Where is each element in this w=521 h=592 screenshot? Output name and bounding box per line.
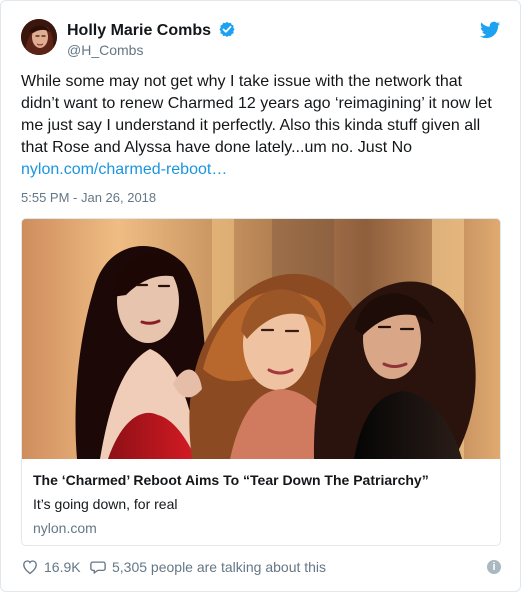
card-image[interactable] xyxy=(22,219,500,459)
card-title[interactable]: The ‘Charmed’ Reboot Aims To “Tear Down … xyxy=(33,471,429,489)
tweet-timestamp[interactable]: 5:55 PM - Jan 26, 2018 xyxy=(21,190,156,205)
card-description: It’s going down, for real xyxy=(33,496,178,512)
author-handle[interactable]: @H_Combs xyxy=(67,41,143,59)
tweet-text: While some may not get why I take issue … xyxy=(21,73,492,156)
profile-photo-icon xyxy=(21,19,57,55)
author-display-name[interactable]: Holly Marie Combs xyxy=(67,21,236,40)
three-women-photo-image xyxy=(22,219,500,459)
tweet-engagement-bar: 16.9K 5,305 people are talking about thi… xyxy=(21,557,501,579)
tweet-link[interactable]: nylon.com/charmed-reboot… xyxy=(21,161,227,178)
link-preview-card[interactable]: The ‘Charmed’ Reboot Aims To “Tear Down … xyxy=(21,218,501,546)
heart-outline-icon xyxy=(23,560,37,575)
card-domain[interactable]: nylon.com xyxy=(33,519,97,537)
tweet-header: Holly Marie Combs @H_Combs xyxy=(21,19,501,63)
conversation-text: 5,305 people are talking about this xyxy=(112,559,327,575)
info-icon[interactable]: i xyxy=(487,560,501,574)
like-count: 16.9K xyxy=(44,559,81,575)
speech-bubble-icon xyxy=(90,561,106,574)
author-name-text: Holly Marie Combs xyxy=(67,22,212,39)
like-count-button[interactable]: 16.9K xyxy=(21,557,81,577)
verified-badge-icon xyxy=(219,21,236,37)
author-avatar[interactable] xyxy=(21,19,57,55)
conversation-button[interactable]: 5,305 people are talking about this xyxy=(89,557,326,577)
tweet-body: While some may not get why I take issue … xyxy=(21,71,501,181)
embedded-tweet: Holly Marie Combs @H_Combs While some ma… xyxy=(0,0,521,592)
twitter-bird-icon[interactable] xyxy=(479,19,501,41)
